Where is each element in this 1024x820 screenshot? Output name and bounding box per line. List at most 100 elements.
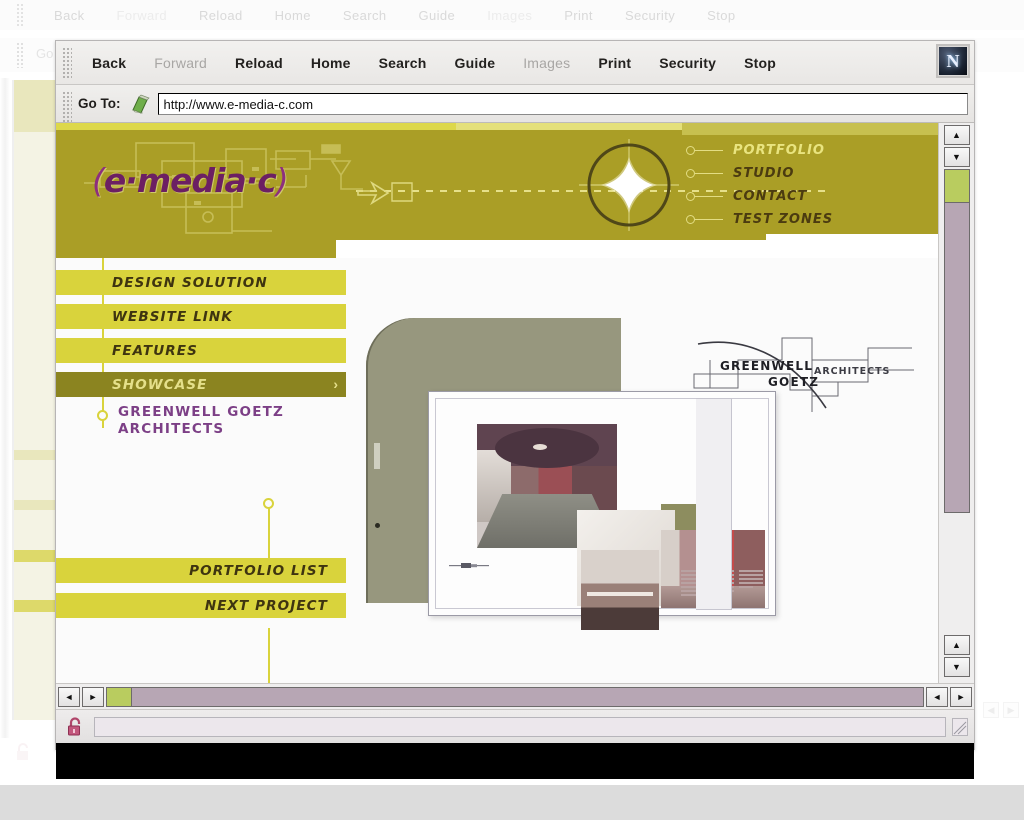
slab-notch (374, 443, 380, 469)
scroll-up-arrow-icon[interactable]: ▲ (943, 125, 970, 145)
bg-search-button: Search (342, 7, 387, 23)
bg-horizontal-scrollbar: ◀ ▶ (978, 690, 1024, 730)
sidebar-item-label: FEATURES (112, 342, 198, 359)
showcase-panel: GREENWELL GOETZ ARCHITECTS (356, 258, 938, 683)
bg-forward-button: Forward (116, 7, 167, 23)
project-title-line2: ARCHITECTS (118, 421, 225, 437)
top-navigation: PORTFOLIO STUDIO CONTACT TEST ZONES (678, 133, 938, 241)
topnav-item-test-zones[interactable]: TEST ZONES (678, 208, 938, 231)
vertical-scroll-thumb[interactable] (943, 169, 970, 203)
vertical-scroll-track[interactable] (943, 203, 970, 513)
logo-text: e·media·c (103, 161, 277, 200)
sidebar-item-website-link[interactable]: WEBSITE LINK (56, 304, 346, 329)
scroll-left-arrow-icon[interactable]: ◄ (58, 686, 80, 707)
bg-security-button: Security (624, 7, 676, 23)
screenshot-root: Back Forward Reload Home Search Guide Im… (0, 0, 1024, 820)
web-page: (e·media·c) PORTFOLIO STUDIO CONTACT TES… (56, 123, 938, 683)
chevron-right-icon: › (333, 376, 338, 392)
topnav-lead-line (695, 218, 723, 221)
netscape-logo-button[interactable]: N (936, 44, 970, 78)
toolbar-grip-icon[interactable] (62, 47, 72, 79)
stop-button[interactable]: Stop (730, 51, 790, 75)
topnav-node-icon (686, 215, 695, 224)
guide-button[interactable]: Guide (441, 51, 510, 75)
sidebar-bottom-navigation: PORTFOLIO LIST NEXT PROJECT (56, 498, 346, 683)
back-button[interactable]: Back (78, 51, 140, 75)
slab-dot (375, 523, 380, 528)
scroll-down-arrow-icon[interactable]: ▼ (943, 147, 970, 167)
page-viewport: (e·media·c) PORTFOLIO STUDIO CONTACT TES… (56, 123, 974, 683)
bg-scroll-right-arrow-icon: ▶ (1003, 702, 1019, 718)
lock-icon[interactable] (66, 716, 86, 738)
header-arrow-glyph-icon (357, 180, 413, 206)
desktop-background-bottom (0, 785, 1024, 820)
topnav-node-icon (686, 192, 695, 201)
project-node-icon (97, 410, 108, 421)
forward-button: Forward (154, 54, 208, 71)
bg-back-button: Back (54, 7, 85, 23)
bg-guide-button: Guide (418, 7, 456, 23)
url-input[interactable]: http://www.e-media-c.com (158, 92, 968, 115)
topnav-label: CONTACT (733, 189, 808, 204)
location-bar: Go To: http://www.e-media-c.com (56, 85, 974, 123)
scroll-up-arrow-icon-bottom[interactable]: ▲ (943, 635, 970, 655)
bg-stop-button: Stop (707, 7, 736, 23)
horizontal-scroll-thumb[interactable] (106, 686, 132, 707)
scroll-right-arrow-icon[interactable]: ► (82, 686, 104, 707)
header-accent-left (56, 123, 456, 130)
scroll-left-arrow-icon-right[interactable]: ◄ (926, 686, 948, 707)
scroll-down-arrow-icon-bottom[interactable]: ▼ (943, 657, 970, 677)
print-button[interactable]: Print (584, 51, 645, 75)
topnav-lead-line (695, 149, 723, 152)
sidebar-item-next-project[interactable]: NEXT PROJECT (56, 593, 346, 618)
site-logo[interactable]: (e·media·c) (92, 161, 289, 200)
client-logo-line2: GOETZ (768, 375, 819, 389)
topnav-lead-line (695, 195, 723, 198)
location-grip-icon[interactable] (62, 91, 72, 123)
sidebar-item-portfolio-list[interactable]: PORTFOLIO LIST (56, 558, 346, 583)
horizontal-scroll-track[interactable] (132, 686, 924, 707)
site-header: (e·media·c) PORTFOLIO STUDIO CONTACT TES… (56, 123, 938, 258)
logo-open-paren: ( (92, 161, 105, 200)
sidebar-item-label: PORTFOLIO LIST (189, 562, 328, 579)
bookmark-icon[interactable] (130, 94, 152, 114)
window-bottom-black-bar (56, 743, 974, 779)
horizontal-scroll-right-arrows: ◄ ► (926, 686, 972, 707)
bg-print-button: Print (564, 7, 593, 23)
logo-close-paren: ) (275, 161, 289, 200)
bg-toolbar-grip-icon (16, 3, 25, 27)
vertical-scrollbar[interactable]: ▲ ▼ ▲ ▼ (938, 123, 974, 683)
bg-scroll-left-arrow-icon: ◀ (983, 702, 999, 718)
topnav-item-portfolio[interactable]: PORTFOLIO (678, 139, 938, 162)
sidebar-item-features[interactable]: FEATURES (56, 338, 346, 363)
reload-button[interactable]: Reload (221, 51, 297, 75)
client-logo-line3: ARCHITECTS (814, 366, 890, 377)
topnav-node-icon (686, 146, 695, 155)
client-logo-line1: GREENWELL (720, 359, 813, 373)
search-button[interactable]: Search (365, 51, 441, 75)
card-side-strip (696, 398, 732, 610)
topnav-item-studio[interactable]: STUDIO (678, 162, 938, 185)
topnav-label: STUDIO (733, 166, 795, 181)
images-button: Images (523, 54, 571, 71)
scroll-right-arrow-icon-right[interactable]: ► (950, 686, 972, 707)
bg-location-grip-icon (16, 42, 25, 68)
sidebar-navigation: DESIGN SOLUTION WEBSITE LINK FEATURES SH… (56, 258, 346, 683)
project-title: GREENWELL GOETZ ARCHITECTS (118, 404, 284, 438)
sidebar-item-label: WEBSITE LINK (112, 308, 233, 325)
horizontal-scrollbar[interactable]: ◄ ► ◄ ► (56, 683, 974, 709)
resize-grip-icon[interactable] (952, 717, 968, 736)
bg-window-left-edge (0, 78, 10, 738)
sidebar-item-label: DESIGN SOLUTION (112, 274, 268, 291)
sidebar-item-design-solution[interactable]: DESIGN SOLUTION (56, 270, 346, 295)
photo-atrium (581, 550, 659, 630)
bg-home-button: Home (274, 7, 311, 23)
vertical-scroll-bottom-arrows: ▲ ▼ (939, 633, 974, 679)
topnav-item-contact[interactable]: CONTACT (678, 185, 938, 208)
bg-lock-icon (14, 742, 32, 767)
header-step-shape-2 (766, 234, 938, 244)
sidebar-item-showcase[interactable]: SHOWCASE › (56, 372, 346, 397)
home-button[interactable]: Home (297, 51, 365, 75)
security-button[interactable]: Security (645, 51, 730, 75)
sidebar-item-label: NEXT PROJECT (204, 597, 328, 614)
